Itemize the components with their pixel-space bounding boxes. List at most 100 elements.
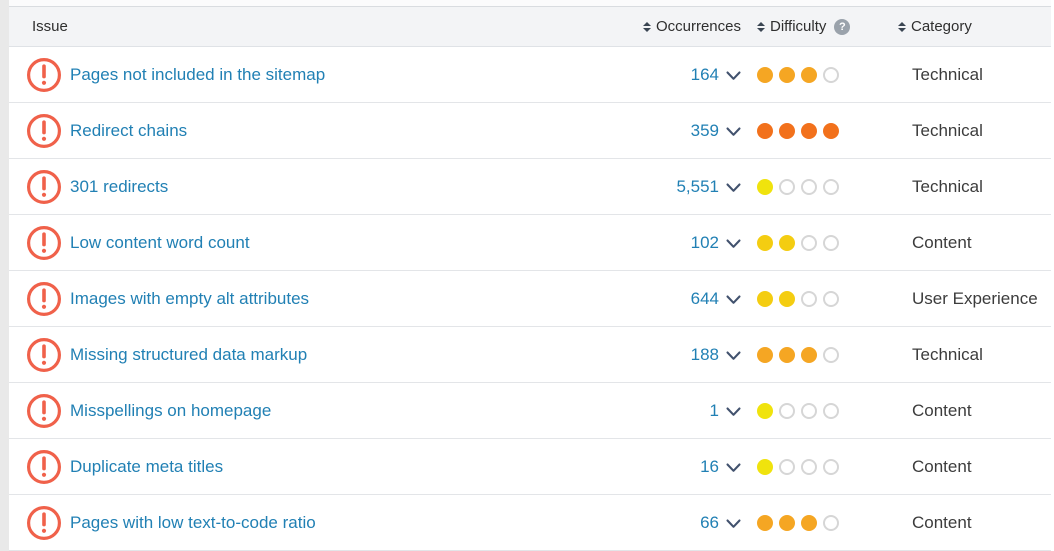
occurrences-value[interactable]: 102 <box>691 233 719 253</box>
difficulty-dot-empty <box>823 403 839 419</box>
issue-cell: Pages not included in the sitemap <box>26 57 621 93</box>
table-row: Duplicate meta titles 16 Content <box>9 439 1051 495</box>
difficulty-dot-filled <box>801 515 817 531</box>
column-header-difficulty[interactable]: Difficulty ? <box>757 18 898 35</box>
chevron-down-icon[interactable] <box>726 180 741 193</box>
difficulty-dot-empty <box>823 179 839 195</box>
category-label: Content <box>898 233 1051 253</box>
difficulty-dot-empty <box>801 291 817 307</box>
issue-cell: Redirect chains <box>26 113 621 149</box>
issue-link[interactable]: Missing structured data markup <box>70 345 307 365</box>
table-row: Redirect chains 359 Technical <box>9 103 1051 159</box>
category-label: User Experience <box>898 289 1051 309</box>
chevron-down-icon[interactable] <box>726 516 741 529</box>
issue-link[interactable]: Pages not included in the sitemap <box>70 65 325 85</box>
occurrences-value[interactable]: 66 <box>700 513 719 533</box>
category-label: Technical <box>898 121 1051 141</box>
table-row: Misspellings on homepage 1 Content <box>9 383 1051 439</box>
difficulty-dot-filled <box>757 291 773 307</box>
occurrences-cell: 644 <box>621 289 741 309</box>
occurrences-cell: 66 <box>621 513 741 533</box>
issue-link[interactable]: Pages with low text-to-code ratio <box>70 513 316 533</box>
table-row: Pages with low text-to-code ratio 66 Con… <box>9 495 1051 551</box>
warning-icon <box>26 505 62 541</box>
table-row: 301 redirects 5,551 Technical <box>9 159 1051 215</box>
difficulty-dot-filled <box>757 459 773 475</box>
occurrences-cell: 1 <box>621 401 741 421</box>
warning-icon <box>26 449 62 485</box>
warning-icon <box>26 57 62 93</box>
issue-link[interactable]: Redirect chains <box>70 121 187 141</box>
category-label: Content <box>898 401 1051 421</box>
occurrences-value[interactable]: 164 <box>691 65 719 85</box>
difficulty-dot-filled <box>779 123 795 139</box>
difficulty-rating <box>757 235 898 251</box>
difficulty-rating <box>757 515 898 531</box>
issue-link[interactable]: Low content word count <box>70 233 250 253</box>
table-header-row: Issue Occurrences Difficulty ? Category <box>9 7 1051 47</box>
difficulty-dot-empty <box>801 179 817 195</box>
sort-icon[interactable] <box>757 22 765 32</box>
issue-cell: Low content word count <box>26 225 621 261</box>
difficulty-dot-filled <box>801 347 817 363</box>
category-label: Technical <box>898 345 1051 365</box>
difficulty-dot-filled <box>779 347 795 363</box>
difficulty-dot-filled <box>757 347 773 363</box>
warning-icon <box>26 225 62 261</box>
chevron-down-icon[interactable] <box>726 124 741 137</box>
difficulty-rating <box>757 67 898 83</box>
column-header-difficulty-label: Difficulty <box>770 18 826 35</box>
chevron-down-icon[interactable] <box>726 236 741 249</box>
occurrences-value[interactable]: 16 <box>700 457 719 477</box>
difficulty-dot-empty <box>801 459 817 475</box>
difficulty-rating <box>757 459 898 475</box>
table-row: Images with empty alt attributes 644 Use… <box>9 271 1051 327</box>
difficulty-dot-filled <box>757 179 773 195</box>
issue-cell: Duplicate meta titles <box>26 449 621 485</box>
sort-icon[interactable] <box>643 22 651 32</box>
difficulty-dot-empty <box>823 515 839 531</box>
category-label: Content <box>898 457 1051 477</box>
table-row: Low content word count 102 Content <box>9 215 1051 271</box>
column-header-occurrences[interactable]: Occurrences <box>621 18 741 35</box>
occurrences-value[interactable]: 359 <box>691 121 719 141</box>
chevron-down-icon[interactable] <box>726 348 741 361</box>
sort-icon[interactable] <box>898 22 906 32</box>
occurrences-value[interactable]: 1 <box>710 401 719 421</box>
warning-icon <box>26 169 62 205</box>
issue-cell: 301 redirects <box>26 169 621 205</box>
issue-cell: Missing structured data markup <box>26 337 621 373</box>
issue-link[interactable]: Duplicate meta titles <box>70 457 223 477</box>
chevron-down-icon[interactable] <box>726 460 741 473</box>
issue-link[interactable]: Misspellings on homepage <box>70 401 271 421</box>
difficulty-dot-empty <box>779 179 795 195</box>
column-header-issue: Issue <box>32 18 621 35</box>
difficulty-rating <box>757 291 898 307</box>
difficulty-dot-filled <box>757 67 773 83</box>
issues-table: Issue Occurrences Difficulty ? Category <box>9 0 1051 551</box>
difficulty-dot-filled <box>779 67 795 83</box>
difficulty-dot-filled <box>779 235 795 251</box>
chevron-down-icon[interactable] <box>726 68 741 81</box>
issue-cell: Pages with low text-to-code ratio <box>26 505 621 541</box>
issue-link[interactable]: Images with empty alt attributes <box>70 289 309 309</box>
difficulty-dot-filled <box>779 291 795 307</box>
occurrences-value[interactable]: 644 <box>691 289 719 309</box>
occurrences-value[interactable]: 5,551 <box>676 177 719 197</box>
category-label: Technical <box>898 65 1051 85</box>
difficulty-dot-filled <box>757 235 773 251</box>
chevron-down-icon[interactable] <box>726 404 741 417</box>
difficulty-dot-empty <box>823 67 839 83</box>
occurrences-cell: 164 <box>621 65 741 85</box>
occurrences-cell: 16 <box>621 457 741 477</box>
occurrences-value[interactable]: 188 <box>691 345 719 365</box>
warning-icon <box>26 113 62 149</box>
difficulty-dot-empty <box>779 459 795 475</box>
issue-link[interactable]: 301 redirects <box>70 177 168 197</box>
help-icon[interactable]: ? <box>834 19 850 35</box>
occurrences-cell: 359 <box>621 121 741 141</box>
chevron-down-icon[interactable] <box>726 292 741 305</box>
difficulty-dot-empty <box>823 291 839 307</box>
column-header-category[interactable]: Category <box>898 18 1051 35</box>
difficulty-dot-filled <box>757 123 773 139</box>
